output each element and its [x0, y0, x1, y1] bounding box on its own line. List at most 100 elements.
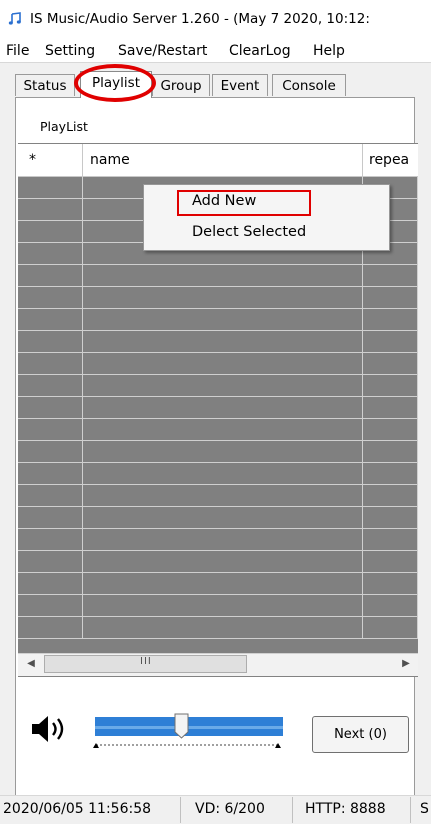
header-divider	[82, 144, 83, 176]
table-row[interactable]	[18, 353, 418, 375]
table-row[interactable]	[18, 265, 418, 287]
scroll-left-arrow-icon[interactable]: ◀	[22, 655, 40, 673]
table-row[interactable]	[18, 287, 418, 309]
menu-clearlog[interactable]: ClearLog	[229, 43, 291, 59]
table-cell[interactable]	[363, 287, 418, 309]
table-row[interactable]	[18, 485, 418, 507]
table-row[interactable]	[18, 331, 418, 353]
speaker-icon[interactable]	[30, 713, 70, 745]
column-header-name[interactable]: name	[90, 152, 130, 168]
status-extra: S	[420, 801, 429, 817]
table-row[interactable]	[18, 463, 418, 485]
status-datetime: 2020/06/05 11:56:58	[3, 801, 152, 817]
table-row[interactable]	[18, 375, 418, 397]
table-cell[interactable]	[18, 441, 83, 463]
tab-console[interactable]: Console	[272, 74, 346, 96]
table-cell[interactable]	[83, 287, 363, 309]
table-cell[interactable]	[18, 287, 83, 309]
table-cell[interactable]	[18, 177, 83, 199]
table-cell[interactable]	[363, 573, 418, 595]
table-cell[interactable]	[363, 419, 418, 441]
table-cell[interactable]	[83, 353, 363, 375]
table-cell[interactable]	[83, 375, 363, 397]
table-cell[interactable]	[18, 617, 83, 639]
table-cell[interactable]	[18, 243, 83, 265]
table-cell[interactable]	[83, 617, 363, 639]
table-cell[interactable]	[363, 507, 418, 529]
table-cell[interactable]	[83, 397, 363, 419]
table-cell[interactable]	[83, 573, 363, 595]
column-header-star[interactable]: *	[29, 152, 36, 168]
table-cell[interactable]	[18, 529, 83, 551]
table-cell[interactable]	[83, 463, 363, 485]
menu-file[interactable]: File	[6, 43, 29, 59]
table-cell[interactable]	[83, 551, 363, 573]
scroll-right-arrow-icon[interactable]: ▶	[397, 655, 415, 673]
table-cell[interactable]	[18, 419, 83, 441]
table-cell[interactable]	[363, 551, 418, 573]
table-row[interactable]	[18, 573, 418, 595]
table-cell[interactable]	[83, 265, 363, 287]
next-button[interactable]: Next (0)	[312, 716, 409, 753]
table-cell[interactable]	[18, 221, 83, 243]
table-cell[interactable]	[83, 485, 363, 507]
table-cell[interactable]	[363, 485, 418, 507]
table-cell[interactable]	[18, 507, 83, 529]
table-row[interactable]	[18, 419, 418, 441]
table-row[interactable]	[18, 617, 418, 639]
table-row[interactable]	[18, 507, 418, 529]
table-cell[interactable]	[363, 397, 418, 419]
grid-header-row	[18, 144, 418, 177]
table-cell[interactable]	[18, 595, 83, 617]
table-cell[interactable]	[83, 309, 363, 331]
table-cell[interactable]	[363, 441, 418, 463]
table-cell[interactable]	[83, 595, 363, 617]
tab-event[interactable]: Event	[212, 74, 268, 96]
table-cell[interactable]	[363, 463, 418, 485]
table-cell[interactable]	[18, 375, 83, 397]
table-cell[interactable]	[18, 353, 83, 375]
volume-slider-thumb[interactable]	[174, 713, 189, 739]
table-cell[interactable]	[363, 309, 418, 331]
table-row[interactable]	[18, 309, 418, 331]
menu-save-restart[interactable]: Save/Restart	[118, 43, 207, 59]
table-cell[interactable]	[363, 595, 418, 617]
table-cell[interactable]	[18, 573, 83, 595]
table-cell[interactable]	[18, 397, 83, 419]
table-cell[interactable]	[83, 441, 363, 463]
status-vd: VD: 6/200	[195, 801, 265, 817]
table-cell[interactable]	[363, 265, 418, 287]
status-divider	[410, 797, 411, 823]
table-cell[interactable]	[18, 265, 83, 287]
table-cell[interactable]	[18, 551, 83, 573]
table-cell[interactable]	[83, 529, 363, 551]
table-cell[interactable]	[363, 353, 418, 375]
volume-slider-ticks	[93, 743, 281, 748]
table-cell[interactable]	[18, 485, 83, 507]
menu-help[interactable]: Help	[313, 43, 345, 59]
table-cell[interactable]	[363, 331, 418, 353]
column-header-repeat[interactable]: repea	[369, 152, 409, 168]
menu-setting[interactable]: Setting	[45, 43, 95, 59]
table-cell[interactable]	[18, 199, 83, 221]
table-cell[interactable]	[83, 507, 363, 529]
table-row[interactable]	[18, 397, 418, 419]
status-http: HTTP: 8888	[305, 801, 386, 817]
table-cell[interactable]	[18, 309, 83, 331]
table-cell[interactable]	[83, 331, 363, 353]
status-divider	[180, 797, 181, 823]
table-cell[interactable]	[18, 463, 83, 485]
table-cell[interactable]	[83, 419, 363, 441]
table-cell[interactable]	[363, 529, 418, 551]
table-row[interactable]	[18, 595, 418, 617]
table-row[interactable]	[18, 529, 418, 551]
table-cell[interactable]	[363, 617, 418, 639]
table-row[interactable]	[18, 551, 418, 573]
table-cell[interactable]	[363, 375, 418, 397]
tab-group[interactable]: Group	[152, 74, 210, 96]
table-row[interactable]	[18, 441, 418, 463]
status-divider	[292, 797, 293, 823]
context-menu-delete-selected[interactable]: Delect Selected	[192, 224, 306, 240]
tab-status[interactable]: Status	[15, 74, 75, 96]
table-cell[interactable]	[18, 331, 83, 353]
